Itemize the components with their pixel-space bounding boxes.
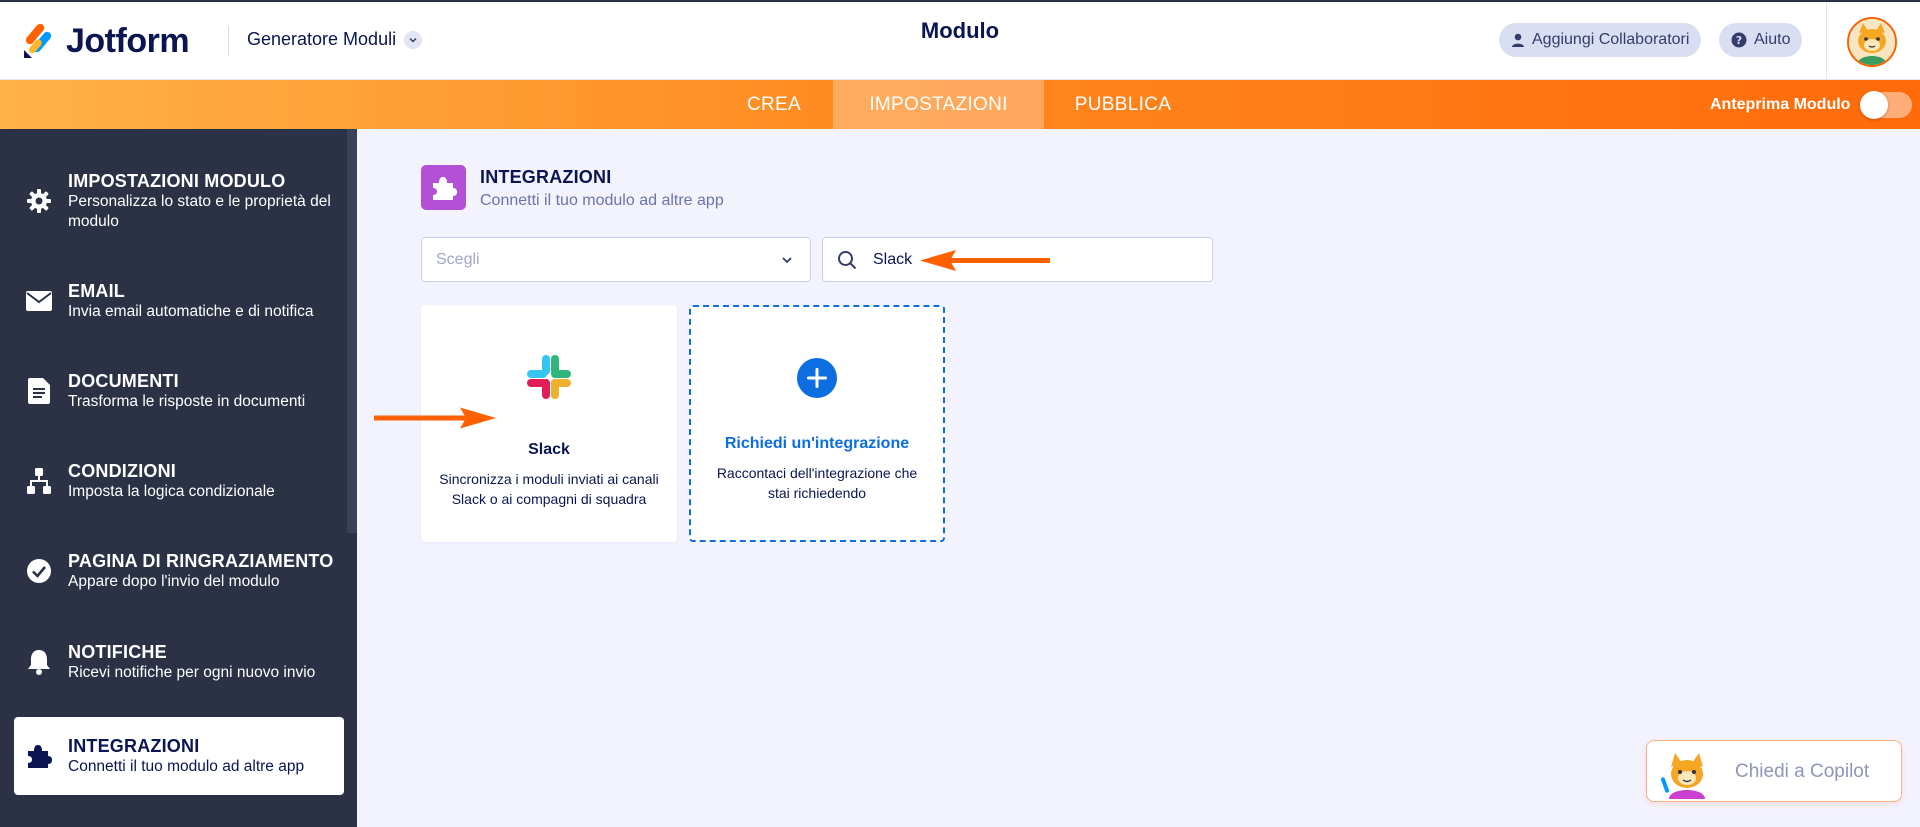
copilot-cat-icon	[1660, 753, 1705, 799]
slack-logo-icon	[421, 353, 677, 401]
settings-sidebar: IMPOSTAZIONI MODULO Personalizza lo stat…	[0, 129, 357, 827]
form-generator-label: Generatore Moduli	[247, 29, 397, 49]
jotform-logo-icon	[24, 23, 52, 58]
cat-avatar-icon	[1849, 19, 1895, 65]
bell-icon	[26, 649, 52, 675]
sidebar-item-desc: Invia email automatiche e di notifica	[68, 303, 314, 320]
form-preview-toggle[interactable]	[1860, 90, 1913, 119]
integrations-title: INTEGRAZIONI	[480, 167, 612, 187]
form-preview-label: Anteprima Modulo	[1710, 95, 1851, 113]
document-icon	[26, 378, 52, 404]
integration-category-select[interactable]: Scegli	[421, 237, 811, 282]
tab-crea[interactable]: CREA	[722, 80, 826, 129]
help-label: Aiuto	[1754, 31, 1791, 48]
chevron-down-icon	[404, 30, 423, 49]
sidebar-item-notifications[interactable]: NOTIFICHE Ricevi notifiche per ogni nuov…	[14, 623, 344, 701]
sidebar-item-desc: Personalizza lo stato e le proprietà del…	[68, 193, 331, 230]
svg-text:?: ?	[1736, 34, 1742, 47]
sidebar-item-title: PAGINA DI RINGRAZIAMENTO	[68, 551, 334, 571]
envelope-icon	[26, 288, 52, 314]
flow-icon	[26, 468, 52, 494]
sidebar-item-desc: Appare dopo l'invio del modulo	[68, 573, 280, 590]
integration-search	[822, 237, 1213, 282]
user-icon	[1512, 33, 1524, 47]
sidebar-item-thank-you-page[interactable]: PAGINA DI RINGRAZIAMENTO Appare dopo l'i…	[14, 532, 344, 610]
search-input[interactable]	[873, 246, 1193, 274]
plus-circle-icon	[691, 357, 943, 399]
sidebar-item-title: EMAIL	[68, 281, 125, 301]
slack-integration-card[interactable]: Slack Sincronizza i moduli inviati ai ca…	[421, 305, 677, 542]
header-divider	[228, 26, 229, 56]
card-title: Slack	[528, 441, 570, 458]
sidebar-item-title: IMPOSTAZIONI MODULO	[68, 171, 286, 191]
jotform-logo[interactable]: Jotform	[22, 22, 190, 61]
help-icon: ?	[1731, 32, 1747, 48]
header-divider-right	[1826, 2, 1827, 82]
sidebar-item-form-settings[interactable]: IMPOSTAZIONI MODULO Personalizza lo stat…	[14, 162, 344, 240]
sidebar-item-title: CONDIZIONI	[68, 461, 176, 481]
top-header: Jotform Generatore Moduli Modulo Aggiung…	[0, 0, 1920, 82]
integrations-header-icon	[421, 165, 466, 210]
copilot-label: Chiedi a Copilot	[1735, 761, 1870, 782]
search-icon	[838, 251, 857, 270]
puzzle-icon	[432, 176, 457, 200]
tab-pubblica[interactable]: PUBBLICA	[1052, 80, 1194, 129]
sidebar-item-desc: Connetti il tuo modulo ad altre app	[68, 758, 305, 775]
card-title: Richiedi un'integrazione	[724, 435, 910, 452]
sidebar-item-desc: Imposta la logica condizionale	[68, 483, 275, 500]
form-preview-control: Anteprima Modulo	[1710, 80, 1913, 129]
add-collaborators-button[interactable]: Aggiungi Collaboratori	[1499, 23, 1702, 57]
sidebar-item-conditions[interactable]: CONDIZIONI Imposta la logica condizional…	[14, 442, 344, 520]
puzzle-icon	[26, 743, 52, 769]
request-integration-card[interactable]: Richiedi un'integrazione Raccontaci dell…	[689, 305, 945, 542]
add-collaborators-label: Aggiungi Collaboratori	[1532, 31, 1690, 48]
sidebar-item-desc: Ricevi notifiche per ogni nuovo invio	[68, 664, 316, 681]
sidebar-item-title: NOTIFICHE	[68, 642, 167, 662]
help-button[interactable]: ? Aiuto	[1719, 23, 1803, 57]
tab-impostazioni[interactable]: IMPOSTAZIONI	[833, 80, 1044, 129]
sidebar-item-title: DOCUMENTI	[68, 371, 179, 391]
sidebar-item-documents[interactable]: DOCUMENTI Trasforma le risposte in docum…	[14, 352, 344, 430]
copilot-button[interactable]: Chiedi a Copilot	[1646, 740, 1902, 802]
sidebar-item-desc: Trasforma le risposte in documenti	[68, 393, 306, 410]
sidebar-item-email[interactable]: EMAIL Invia email automatiche e di notif…	[14, 262, 344, 340]
select-placeholder: Scegli	[436, 251, 480, 268]
avatar[interactable]	[1847, 17, 1897, 67]
toggle-knob	[1860, 90, 1889, 119]
sidebar-item-integrations[interactable]: INTEGRAZIONI Connetti il tuo modulo ad a…	[14, 717, 344, 795]
form-generator-menu[interactable]: Generatore Moduli	[247, 29, 423, 50]
builder-navbar: CREA IMPOSTAZIONI PUBBLICA Anteprima Mod…	[0, 80, 1920, 129]
sidebar-scrollbar[interactable]	[347, 129, 357, 533]
sidebar-item-title: INTEGRAZIONI	[68, 736, 200, 756]
gear-icon	[26, 188, 52, 214]
logo-text: Jotform	[66, 22, 190, 60]
check-circle-icon	[26, 558, 52, 584]
card-description: Raccontaci dell'integrazione che stai ri…	[716, 465, 918, 501]
chevron-down-icon	[782, 257, 792, 264]
card-description: Sincronizza i moduli inviati ai canali S…	[439, 471, 659, 507]
integrations-subtitle: Connetti il tuo modulo ad altre app	[480, 192, 724, 209]
